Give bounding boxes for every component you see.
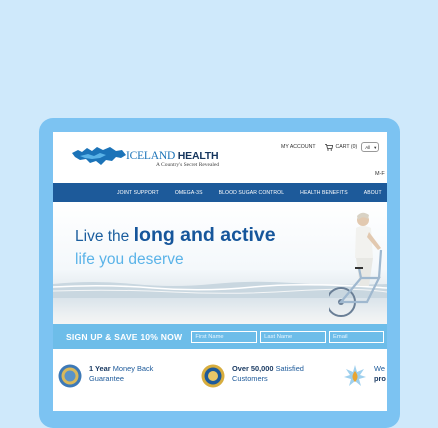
- feature-guarantee-text: 1 Year Money Back Guarantee: [89, 364, 153, 384]
- nav-item-blood-sugar[interactable]: BLOOD SUGAR CONTROL: [219, 190, 285, 196]
- hours-text: M-F: [375, 171, 385, 177]
- feature-third: We pro: [343, 364, 386, 388]
- header-links: MY ACCOUNT CART (0) All ▼: [281, 141, 380, 153]
- cart-link[interactable]: CART (0): [336, 144, 358, 150]
- email-input[interactable]: Email: [329, 330, 384, 343]
- my-account-link[interactable]: MY ACCOUNT: [281, 144, 316, 150]
- drop-badge-icon: [344, 365, 366, 386]
- first-name-input[interactable]: First Name: [191, 330, 258, 343]
- feature-customers-line2: Customers: [232, 374, 268, 383]
- feature-third-rest: We: [374, 364, 385, 373]
- nav-item-health-benefits[interactable]: HEALTH BENEFITS: [300, 190, 348, 196]
- hero-subheadline: life you deserve: [75, 251, 184, 268]
- feature-customers-text: Over 50,000 Satisfied Customers: [232, 364, 304, 384]
- feature-third-line2: pro: [374, 374, 386, 383]
- signup-title: SIGN UP & SAVE 10% NOW: [66, 331, 183, 342]
- logo-tagline: A Country's Secret Revealed: [156, 162, 220, 168]
- hero-headline: Live the long and active: [75, 224, 276, 247]
- feature-third-text: We pro: [374, 364, 386, 384]
- cart-label: CART: [335, 144, 350, 150]
- site-logo[interactable]: ICELAND HEALTH A Country's Secret Reveal…: [70, 141, 230, 169]
- cart-count: (0): [350, 144, 358, 150]
- last-name-input[interactable]: Last Name: [260, 330, 326, 343]
- hero-headline-emphasis: long and active: [133, 224, 276, 246]
- feature-guarantee: 1 Year Money Back Guarantee: [58, 364, 153, 388]
- chevron-down-icon: ▼: [373, 144, 378, 150]
- guarantee-badge-icon: [58, 364, 82, 388]
- search-scope-select[interactable]: All ▼: [361, 142, 380, 152]
- select-value: All: [365, 144, 371, 150]
- hero-headline-prefix: Live the: [75, 228, 134, 245]
- logo-primary: ICELAND: [126, 150, 176, 162]
- main-nav: JOINT SUPPORT OMEGA-3S BLOOD SUGAR CONTR…: [53, 183, 387, 202]
- feature-guarantee-bold: 1 Year: [89, 364, 111, 373]
- cyclist-image: [329, 212, 383, 317]
- nav-item-omega-3s[interactable]: OMEGA-3S: [175, 190, 203, 196]
- feature-customers-bold: Over 50,000: [232, 364, 274, 373]
- nav-item-about[interactable]: ABOUT: [364, 190, 382, 196]
- signup-bar: SIGN UP & SAVE 10% NOW First Name Last N…: [53, 324, 387, 349]
- iceland-map-icon: [72, 147, 126, 165]
- feature-guarantee-rest: Money Back: [110, 364, 154, 373]
- feature-customers: Over 50,000 Satisfied Customers: [201, 364, 304, 388]
- website-screen: ICELAND HEALTH A Country's Secret Reveal…: [53, 132, 387, 411]
- cart-icon[interactable]: [324, 143, 333, 151]
- feature-customers-rest: Satisfied: [273, 364, 304, 373]
- logo-text: ICELAND HEALTH: [126, 150, 219, 162]
- feature-guarantee-line2: Guarantee: [89, 374, 124, 383]
- logo-secondary: HEALTH: [177, 150, 219, 162]
- hero-banner: Live the long and active life you deserv…: [53, 202, 387, 324]
- satisfaction-badge-icon: [201, 364, 225, 388]
- nav-item-joint-support[interactable]: JOINT SUPPORT: [117, 190, 159, 196]
